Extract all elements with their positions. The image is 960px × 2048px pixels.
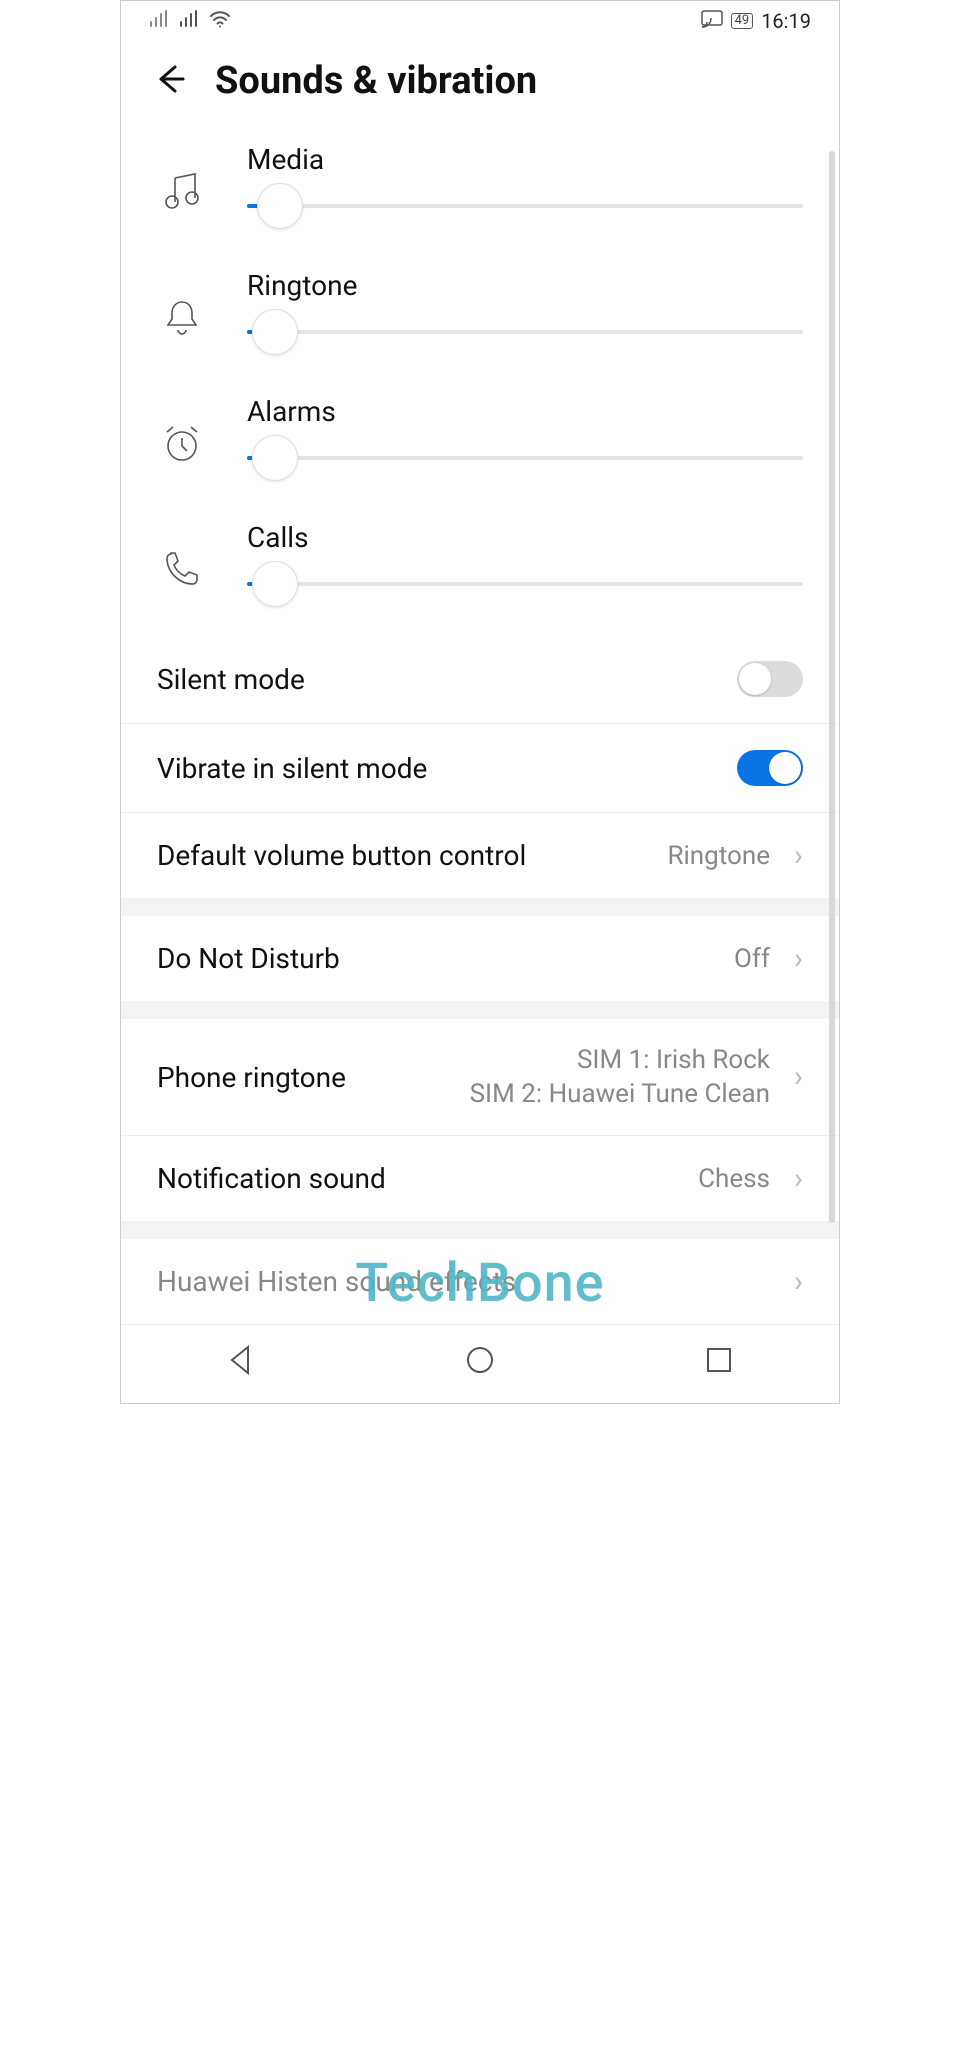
calls-slider[interactable] [247, 582, 803, 586]
silent-mode-toggle[interactable] [737, 661, 803, 697]
media-volume-row: Media [157, 131, 803, 257]
section-gap [121, 898, 839, 916]
status-bar: 49 16:19 [121, 1, 839, 37]
cast-icon [701, 9, 723, 33]
settings-list-2: Do Not Disturb Off › [121, 916, 839, 1001]
system-nav-bar [121, 1324, 839, 1403]
phone-ringtone-label: Phone ringtone [157, 1061, 452, 1094]
phone-ringtone-sim2: SIM 2: Huawei Tune Clean [470, 1079, 770, 1109]
back-button[interactable] [149, 59, 189, 103]
alarms-slider[interactable] [247, 456, 803, 460]
alarm-clock-icon [157, 413, 207, 473]
chevron-right-icon: › [794, 1062, 803, 1092]
alarms-volume-row: Alarms [157, 383, 803, 509]
notification-sound-row[interactable]: Notification sound Chess › [121, 1135, 839, 1221]
settings-list-4: Huawei Histen sound effects › [121, 1239, 839, 1324]
music-note-icon [157, 161, 207, 221]
signal-icon-2 [179, 9, 199, 33]
histen-row[interactable]: Huawei Histen sound effects › [121, 1239, 839, 1324]
calls-label: Calls [247, 521, 803, 554]
chevron-right-icon: › [794, 1164, 803, 1194]
silent-mode-row[interactable]: Silent mode [121, 635, 839, 723]
nav-home-button[interactable] [463, 1343, 497, 1381]
histen-label: Huawei Histen sound effects [157, 1265, 770, 1298]
status-left [149, 9, 231, 33]
dnd-row[interactable]: Do Not Disturb Off › [121, 916, 839, 1001]
section-gap [121, 1221, 839, 1239]
volume-button-control-row[interactable]: Default volume button control Ringtone › [121, 812, 839, 898]
alarms-label: Alarms [247, 395, 803, 428]
page-header: Sounds & vibration [121, 37, 839, 131]
silent-mode-label: Silent mode [157, 663, 719, 696]
battery-level: 49 [731, 13, 754, 29]
calls-volume-row: Calls [157, 509, 803, 635]
content: Media Ringtone [121, 131, 839, 1324]
phone-ringtone-row[interactable]: Phone ringtone SIM 1: Irish Rock SIM 2: … [121, 1019, 839, 1135]
ringtone-volume-row: Ringtone [157, 257, 803, 383]
settings-list-1: Silent mode Vibrate in silent mode Defau… [121, 635, 839, 898]
bell-icon [157, 287, 207, 347]
phone-ringtone-sim1: SIM 1: Irish Rock [577, 1045, 770, 1075]
dnd-label: Do Not Disturb [157, 942, 716, 975]
vibrate-silent-toggle[interactable] [737, 750, 803, 786]
volume-button-control-value: Ringtone [667, 841, 770, 871]
signal-icon [149, 9, 169, 33]
clock: 16:19 [761, 9, 811, 33]
chevron-right-icon: › [794, 1267, 803, 1297]
phone-icon [157, 539, 207, 599]
settings-list-3: Phone ringtone SIM 1: Irish Rock SIM 2: … [121, 1019, 839, 1221]
ringtone-label: Ringtone [247, 269, 803, 302]
notification-sound-label: Notification sound [157, 1162, 680, 1195]
wifi-icon [209, 9, 231, 33]
ringtone-slider[interactable] [247, 330, 803, 334]
chevron-right-icon: › [794, 944, 803, 974]
phone-ringtone-value: SIM 1: Irish Rock SIM 2: Huawei Tune Cle… [470, 1045, 770, 1109]
notification-sound-value: Chess [698, 1164, 770, 1194]
nav-recent-button[interactable] [702, 1343, 736, 1381]
dnd-value: Off [734, 944, 770, 974]
vibrate-silent-label: Vibrate in silent mode [157, 752, 719, 785]
volume-button-control-label: Default volume button control [157, 839, 649, 872]
media-label: Media [247, 143, 803, 176]
page-title: Sounds & vibration [215, 59, 537, 103]
chevron-right-icon: › [794, 841, 803, 871]
status-right: 49 16:19 [701, 9, 811, 33]
scroll-indicator [829, 151, 835, 1223]
volume-sliders: Media Ringtone [121, 131, 839, 635]
nav-back-button[interactable] [224, 1343, 258, 1381]
section-gap [121, 1001, 839, 1019]
media-slider[interactable] [247, 204, 803, 208]
vibrate-silent-row[interactable]: Vibrate in silent mode [121, 723, 839, 812]
